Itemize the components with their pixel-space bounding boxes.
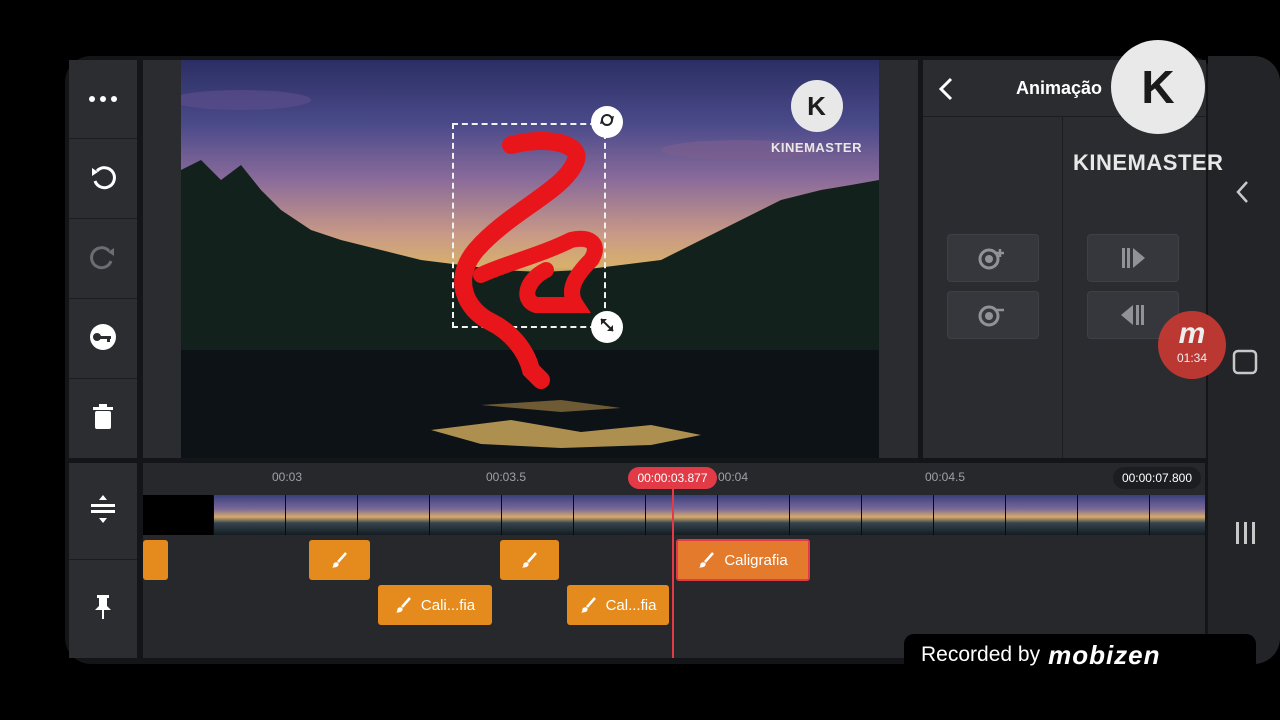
rotate-handle[interactable] <box>591 106 623 138</box>
remove-keyframe-icon <box>978 305 1004 327</box>
video-preview[interactable]: K KINEMASTER <box>181 60 879 458</box>
pin-icon <box>92 593 114 626</box>
video-thumbnail <box>789 495 861 535</box>
redo-icon <box>88 242 118 277</box>
recorded-by-text: Recorded by <box>921 643 1041 666</box>
remove-keyframe-button[interactable] <box>947 291 1039 339</box>
kinemaster-logo-letter: K <box>1141 61 1175 113</box>
video-thumbnail <box>357 495 429 535</box>
delete-icon <box>91 403 115 436</box>
video-thumbnail <box>573 495 645 535</box>
brush-icon <box>395 597 411 613</box>
undo-icon <box>88 162 118 197</box>
handwriting-clip[interactable] <box>143 540 168 580</box>
total-duration: 00:00:07.800 <box>1113 467 1201 489</box>
nav-recents-button[interactable] <box>1234 520 1258 551</box>
chevron-left-icon <box>938 77 953 101</box>
nav-home-button[interactable] <box>1232 349 1258 380</box>
kinemaster-logo: K <box>790 80 843 132</box>
video-thumbnail <box>1149 495 1205 535</box>
brush-icon <box>331 552 347 568</box>
chevron-left-icon <box>1236 181 1248 203</box>
keyframe-icon <box>88 322 118 357</box>
handwriting-clip[interactable] <box>309 540 370 580</box>
video-thumbnail <box>501 495 573 535</box>
brush-icon <box>580 597 596 613</box>
watermark-text: KINEMASTER <box>771 140 862 155</box>
video-thumbnail <box>429 495 501 535</box>
brush-icon <box>521 552 537 568</box>
video-thumbnail <box>717 495 789 535</box>
clip-label: Cal...fia <box>605 596 657 614</box>
handwriting-clip[interactable]: Cal...fia <box>567 585 669 625</box>
handwriting-clip[interactable]: Cali...fia <box>378 585 492 625</box>
empty-segment <box>143 495 213 535</box>
redo-button[interactable] <box>69 220 137 299</box>
selection-box[interactable] <box>452 123 606 328</box>
kinemaster-watermark: K KINEMASTER <box>769 80 864 155</box>
video-thumbnail <box>933 495 1005 535</box>
ruler-tick: 00:03 <box>272 470 303 484</box>
next-keyframe-icon <box>1122 248 1145 268</box>
handwriting-clip[interactable] <box>500 540 559 580</box>
mobizen-badge: m <box>1178 317 1206 350</box>
prev-keyframe-icon <box>1121 305 1144 325</box>
ruler-tick: 00:04 <box>718 470 749 484</box>
add-keyframe-button[interactable] <box>947 234 1039 282</box>
keyframe-button[interactable] <box>69 300 137 379</box>
current-time: 00:00:03.877 <box>628 467 717 489</box>
undo-button[interactable] <box>69 140 137 219</box>
ruler-tick: 00:04.5 <box>925 470 966 484</box>
rotate-icon <box>598 111 616 134</box>
brush-icon <box>699 552 715 568</box>
nav-back-button[interactable] <box>1235 180 1251 209</box>
track-adjust-icon <box>89 494 117 529</box>
ruler-tick: 00:03.5 <box>486 470 527 484</box>
more-button[interactable] <box>69 60 137 139</box>
video-thumbnail <box>285 495 357 535</box>
handwriting-clip-selected[interactable]: Caligrafia <box>676 539 810 581</box>
panel-title: Animação <box>1016 78 1103 98</box>
square-icon <box>1232 349 1258 375</box>
mobizen-brand: mobizen <box>1048 639 1161 670</box>
video-track[interactable] <box>143 495 1205 535</box>
playhead[interactable] <box>672 480 674 658</box>
recents-icon <box>1236 522 1255 544</box>
kinemaster-overlay-text: KINEMASTER <box>1073 150 1224 175</box>
recording-time: 01:34 <box>1176 351 1208 365</box>
resize-handle[interactable] <box>591 311 623 343</box>
video-thumbnail <box>861 495 933 535</box>
timeline-toolbar <box>69 463 137 658</box>
next-keyframe-button[interactable] <box>1087 234 1179 282</box>
clip-label: Cali...fia <box>420 596 476 614</box>
left-toolbar <box>69 60 137 458</box>
clip-label: Caligrafia <box>724 551 788 569</box>
kinemaster-overlay-logo: K <box>1111 40 1205 134</box>
back-button[interactable] <box>937 76 955 107</box>
add-keyframe-icon <box>978 248 1004 270</box>
video-thumbnail <box>1077 495 1149 535</box>
more-icon <box>88 90 118 108</box>
video-thumbnail <box>213 495 285 535</box>
video-thumbnail <box>1005 495 1077 535</box>
recorded-by-banner: Recorded by mobizen <box>904 634 1256 676</box>
video-thumbnail <box>645 495 717 535</box>
resize-icon <box>598 316 616 339</box>
pin-button[interactable] <box>69 561 137 658</box>
panel-divider <box>1062 117 1063 458</box>
delete-button[interactable] <box>69 380 137 459</box>
track-adjust-button[interactable] <box>69 463 137 560</box>
recorder-bubble[interactable]: m 01:34 <box>1158 311 1226 379</box>
timeline[interactable]: 00:03 00:03.5 00:04 00:04.5 Caligrafia C… <box>143 463 1205 658</box>
